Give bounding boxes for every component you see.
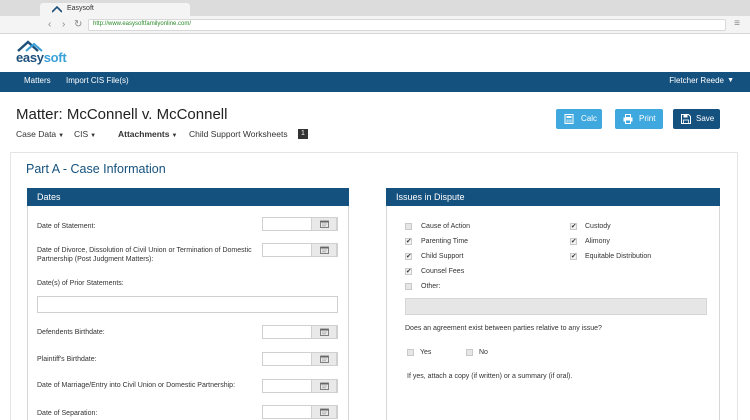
reload-icon[interactable]: ↻	[74, 18, 82, 32]
caret-down-icon: ▼	[171, 133, 178, 139]
app-logo[interactable]: easysoft	[16, 40, 76, 65]
subnav-cis-label: CIS	[74, 129, 89, 139]
printer-icon	[623, 114, 633, 124]
calendar-icon[interactable]	[311, 243, 337, 257]
child-support-label: Child Support	[421, 253, 464, 260]
user-menu[interactable]: Fletcher Reede	[669, 76, 724, 85]
equitable-distribution-label: Equitable Distribution	[585, 253, 652, 260]
agreement-no-checkbox[interactable]	[466, 349, 473, 356]
caret-down-icon: ▼	[90, 133, 97, 139]
calc-button[interactable]: Calc	[556, 109, 602, 129]
date-of-separation-input[interactable]	[262, 405, 338, 419]
date-of-marriage-input[interactable]	[262, 379, 338, 393]
nav-item-import-cis[interactable]: Import CIS File(s)	[66, 76, 129, 85]
date-of-statement-input[interactable]	[262, 217, 338, 231]
subnav-case-data-label: Case Data	[16, 129, 57, 139]
subnav-attachments[interactable]: Attachments ▼	[118, 129, 177, 139]
subnav-attachments-label: Attachments	[118, 129, 170, 139]
main-navbar: Matters Import CIS File(s) Fletcher Reed…	[0, 72, 750, 92]
alimony-label: Alimony	[585, 238, 610, 245]
cause-of-action-checkbox[interactable]	[405, 223, 412, 230]
equitable-distribution-checkbox[interactable]	[570, 252, 577, 260]
defendant-birthdate-label: Defendents Birthdate:	[37, 329, 105, 336]
prior-statements-input[interactable]	[37, 296, 338, 313]
browser-tab-strip: Easysoft	[0, 0, 750, 17]
calendar-icon[interactable]	[311, 325, 337, 339]
calculator-icon	[564, 114, 574, 124]
part-title: Part A - Case Information	[26, 162, 166, 176]
floppy-disk-icon	[681, 114, 691, 124]
print-label: Print	[639, 114, 656, 123]
save-label: Save	[696, 114, 715, 123]
custody-checkbox[interactable]	[570, 222, 577, 230]
agreement-no-label: No	[479, 349, 488, 356]
counsel-fees-label: Counsel Fees	[421, 268, 465, 275]
custody-label: Custody	[585, 223, 611, 230]
plaintiff-birthdate-input[interactable]	[262, 352, 338, 366]
issues-header: Issues in Dispute	[386, 188, 720, 206]
worksheet-count-badge: 1	[298, 129, 308, 139]
defendant-birthdate-input[interactable]	[262, 325, 338, 339]
other-checkbox[interactable]	[405, 283, 412, 290]
date-of-divorce-input[interactable]	[262, 243, 338, 257]
easysoft-logo-icon	[52, 6, 62, 13]
subnav-case-data[interactable]: Case Data ▼	[16, 129, 64, 139]
counsel-fees-checkbox[interactable]	[405, 267, 412, 275]
agreement-question: Does an agreement exist between parties …	[405, 325, 602, 332]
plaintiff-birthdate-label: Plaintiff's Birthdate:	[37, 356, 97, 363]
forward-icon[interactable]: ›	[62, 18, 65, 32]
calc-label: Calc	[581, 114, 598, 123]
prior-statements-label: Date(s) of Prior Statements:	[37, 280, 124, 287]
other-issue-input[interactable]	[405, 298, 707, 315]
back-icon[interactable]: ‹	[48, 18, 51, 32]
nav-item-matters[interactable]: Matters	[24, 76, 51, 85]
calendar-icon[interactable]	[311, 352, 337, 366]
address-bar[interactable]: http://www.easysoftfamilyonline.com/	[88, 19, 726, 31]
browser-toolbar: ‹ › ↻ http://www.easysoftfamilyonline.co…	[0, 16, 750, 34]
child-support-checkbox[interactable]	[405, 252, 412, 260]
parenting-time-label: Parenting Time	[421, 238, 469, 245]
agreement-yes-checkbox[interactable]	[407, 349, 414, 356]
alimony-checkbox[interactable]	[570, 237, 577, 245]
browser-tab-title: Easysoft	[67, 5, 94, 12]
date-of-statement-label: Date of Statement:	[37, 223, 96, 230]
calendar-icon[interactable]	[311, 217, 337, 231]
agreement-yes-label: Yes	[420, 349, 432, 356]
parenting-time-checkbox[interactable]	[405, 237, 412, 245]
browser-tab[interactable]: Easysoft	[40, 3, 190, 17]
user-menu-caret-icon[interactable]: ▼	[727, 77, 734, 84]
cause-of-action-label: Cause of Action	[421, 223, 471, 230]
address-url: http://www.easysoftfamilyonline.com/	[93, 21, 192, 27]
calendar-icon[interactable]	[311, 379, 337, 393]
subnav-cis[interactable]: CIS ▼	[74, 129, 96, 139]
logo-text: easysoft	[16, 50, 67, 65]
print-button[interactable]: Print	[615, 109, 663, 129]
logo-text-easy: easy	[16, 50, 44, 65]
calendar-icon[interactable]	[311, 405, 337, 419]
date-of-marriage-label: Date of Marriage/Entry into Civil Union …	[37, 382, 236, 389]
logo-text-soft: soft	[43, 50, 67, 65]
date-of-divorce-label: Date of Divorce, Dissolution of Civil Un…	[37, 247, 252, 263]
other-label: Other:	[421, 283, 441, 290]
save-button[interactable]: Save	[673, 109, 720, 129]
page-title: Matter: McConnell v. McConnell	[16, 106, 228, 123]
agreement-note: If yes, attach a copy (if written) or a …	[407, 373, 573, 380]
dates-header: Dates	[27, 188, 349, 206]
caret-down-icon: ▼	[58, 133, 65, 139]
date-of-separation-label: Date of Separation:	[37, 410, 98, 417]
browser-menu-icon[interactable]: ≡	[734, 18, 740, 29]
subnav-child-support-worksheets[interactable]: Child Support Worksheets	[189, 129, 288, 139]
